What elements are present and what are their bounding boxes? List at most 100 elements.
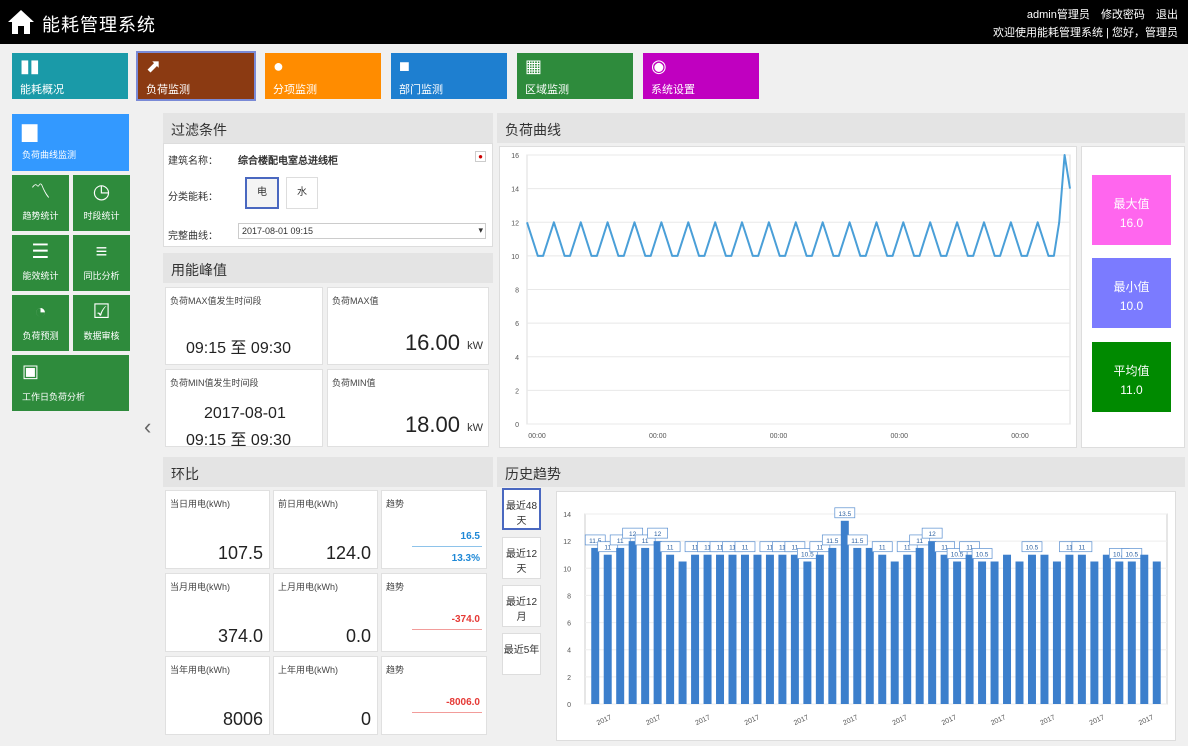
data-label: 11 [879,545,886,552]
top-bar: 能耗管理系统 admin管理员 修改密码 退出 欢迎使用能耗管理系统 | 您好，… [0,0,1188,44]
sidebar-item-yoy[interactable]: ≡ 同比分析 [73,235,130,291]
nav-system-settings[interactable]: ◉ 系统设置 [643,53,759,99]
time-label: 完整曲线： [168,231,218,242]
building-label: 建筑名称： [168,156,218,167]
grid-icon: ▦ [525,56,543,76]
data-label: 11.5 [851,538,864,545]
data-label: 11 [904,545,911,552]
clear-icon[interactable]: ● [475,151,486,162]
bar [1040,554,1049,704]
load-series-line [526,154,1071,257]
nav-item-monitor[interactable]: ● 分项监测 [265,53,381,99]
bar [678,561,687,704]
sidebar-item-efficiency[interactable]: ☰ 能效统计 [12,235,69,291]
user-link[interactable]: admin管理员 [1027,9,1090,21]
data-label: 11 [604,545,611,552]
bar [1140,554,1149,704]
settings-icon: ◉ [651,56,667,76]
x-tick-label: 2017 [596,714,613,727]
bar [1015,561,1024,704]
data-label: 10.5 [1125,552,1138,559]
x-tick-label: 2017 [694,714,711,727]
y-tick-label: 0 [567,702,571,709]
welcome-text: 欢迎使用能耗管理系统 | 您好，管理员 [993,27,1178,39]
building-value[interactable]: 综合楼配电室总进线柜 [238,152,338,167]
bar [603,554,612,704]
change-password-link[interactable]: 修改密码 [1101,9,1145,21]
current-usage-card: 当月用电(kWh) 374.0 [165,573,270,652]
data-label: 11 [617,538,624,545]
type-water-button[interactable]: 水 [286,177,318,209]
card-value: 374.0 [217,626,263,646]
logout-link[interactable]: 退出 [1156,9,1178,21]
nav-area-monitor[interactable]: ▦ 区域监测 [517,53,633,99]
bar [653,541,662,704]
nav-load-monitor[interactable]: ⬈ 负荷监测 [136,51,256,101]
collapse-sidebar-icon[interactable]: ‹ [144,414,151,440]
peak-header: 用能峰值 [163,253,493,283]
trend-card: 趋势 -8006.0 [381,656,487,735]
bar [928,541,937,704]
max-value-card: 负荷MAX值 16.00 kW [327,287,489,365]
time-select[interactable]: 2017-08-01 09:15 ▾ [238,223,486,239]
sidebar-item-trend[interactable]: 〽 趋势统计 [12,175,69,231]
bar [978,561,987,704]
nav-dept-monitor[interactable]: ■ 部门监测 [391,53,507,99]
type-label: 分类能耗： [168,192,218,203]
y-tick-label: 2 [567,675,571,682]
history-12d-button[interactable]: 最近12天 [502,537,541,579]
trend-value: -374.0 [451,614,480,625]
sidebar-item-load-curve[interactable]: ▆ 负荷曲线监测 [12,114,129,171]
x-tick-label: 00:00 [890,433,908,440]
home-icon[interactable] [6,8,36,36]
previous-usage-card: 上月用电(kWh) 0.0 [273,573,378,652]
data-label: 11 [1079,545,1086,552]
data-label: 10.5 [801,552,814,559]
avg-kpi: 平均值 11.0 [1092,342,1171,412]
bar [865,547,874,704]
y-tick-label: 2 [515,388,519,395]
data-label: 10.5 [1026,545,1039,552]
bar [803,561,812,704]
bar [790,554,799,704]
history-header: 历史趋势 [497,457,1185,487]
y-tick-label: 14 [511,187,519,194]
check-icon: ☑ [92,301,111,323]
y-tick-label: 14 [563,512,571,519]
card-value: 0.0 [345,626,371,646]
bar [1152,561,1161,704]
history-5y-button[interactable]: 最近5年 [502,633,541,675]
trend-value: 16.5 [460,531,480,542]
x-tick-label: 00:00 [528,433,546,440]
history-12m-button[interactable]: 最近12月 [502,585,541,627]
y-tick-label: 10 [563,566,571,573]
sidebar-item-workday[interactable]: ▣ 工作日负荷分析 [12,355,129,411]
y-tick-label: 12 [511,220,519,227]
data-label: 11 [642,538,649,545]
sidebar-item-period[interactable]: ◷ 时段统计 [73,175,130,231]
bar [778,554,787,704]
line-chart-icon: 〽 [30,181,51,203]
min-period-card: 负荷MIN值发生时间段 2017-08-01 09:15 至 09:30 [165,369,323,449]
x-tick-label: 00:00 [770,433,788,440]
sidebar-item-forecast[interactable]: ◔ 负荷预测 [12,295,69,351]
bar [1077,554,1086,704]
card-title: 趋势 [386,499,405,509]
sidebar-item-audit[interactable]: ☑ 数据审核 [73,295,130,351]
nav-energy-overview[interactable]: ▮▮ 能耗概况 [12,53,128,99]
x-tick-label: 2017 [793,714,810,727]
min-kpi: 最小值 10.0 [1092,258,1171,328]
trend-value: -8006.0 [446,697,480,708]
bar [1102,554,1111,704]
max-kpi: 最大值 16.0 [1092,175,1171,245]
bar [753,554,762,704]
bar [890,561,899,704]
y-tick-label: 8 [567,593,571,600]
bar [815,554,824,704]
bar-chart-icon: ▮▮ [20,56,40,76]
data-label: 12 [654,531,662,538]
history-48d-button[interactable]: 最近48天 [502,488,541,530]
trend-line [412,629,482,630]
type-electric-button[interactable]: 电 [245,177,279,209]
bar [728,554,737,704]
